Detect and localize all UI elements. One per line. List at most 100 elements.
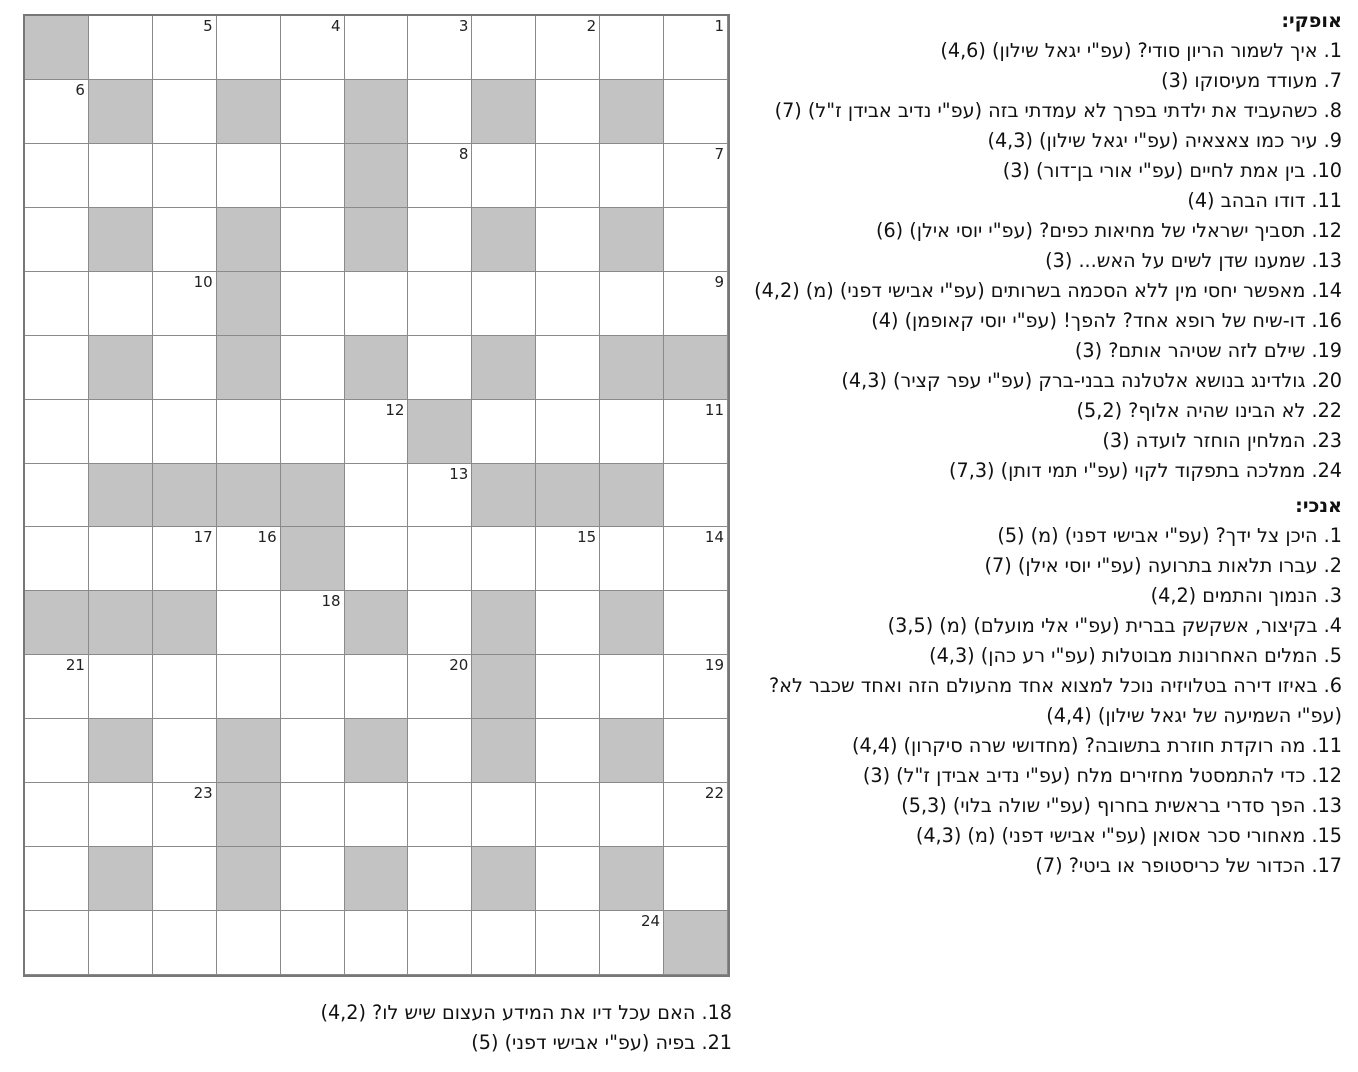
grid-cell[interactable] [25,847,89,912]
grid-cell[interactable] [25,399,89,464]
grid-cell[interactable] [600,271,665,336]
grid-cell[interactable] [408,335,473,400]
grid-cell[interactable] [536,847,601,912]
grid-cell[interactable]: 2 [536,16,601,80]
grid-cell[interactable] [600,16,665,80]
grid-cell[interactable] [536,79,601,144]
grid-cell[interactable]: 13 [408,463,473,528]
grid-cell[interactable] [25,783,89,848]
grid-cell[interactable]: 21 [25,655,89,720]
grid-cell[interactable] [152,207,217,272]
grid-cell[interactable] [25,143,89,208]
grid-cell[interactable] [408,847,473,912]
grid-cell[interactable] [408,527,473,592]
grid-cell[interactable] [280,271,345,336]
grid-cell[interactable]: 23 [152,783,217,848]
grid-cell[interactable]: 24 [600,911,665,975]
grid-cell[interactable] [88,271,153,336]
grid-cell[interactable] [536,719,601,784]
grid-cell[interactable] [472,16,537,80]
grid-cell[interactable] [664,847,728,912]
grid-cell[interactable] [600,399,665,464]
grid-cell[interactable] [408,783,473,848]
grid-cell[interactable] [152,79,217,144]
grid-cell[interactable] [280,911,345,975]
grid-cell[interactable] [280,719,345,784]
grid-cell[interactable] [152,335,217,400]
grid-cell[interactable] [536,335,601,400]
grid-cell[interactable]: 11 [664,399,728,464]
grid-cell[interactable] [472,399,537,464]
grid-cell[interactable] [88,655,153,720]
grid-cell[interactable]: 12 [344,399,409,464]
grid-cell[interactable] [536,783,601,848]
grid-cell[interactable] [664,719,728,784]
grid-cell[interactable] [600,527,665,592]
grid-cell[interactable] [408,79,473,144]
grid-cell[interactable] [344,783,409,848]
grid-cell[interactable] [600,143,665,208]
grid-cell[interactable]: 4 [280,16,345,80]
grid-cell[interactable]: 16 [216,527,281,592]
grid-cell[interactable]: 9 [664,271,728,336]
grid-cell[interactable] [472,527,537,592]
grid-cell[interactable] [152,399,217,464]
grid-cell[interactable] [216,143,281,208]
grid-cell[interactable] [88,16,153,80]
grid-cell[interactable] [25,911,89,975]
grid-cell[interactable] [536,143,601,208]
grid-cell[interactable] [25,719,89,784]
grid-cell[interactable] [25,207,89,272]
grid-cell[interactable] [216,655,281,720]
grid-cell[interactable] [152,847,217,912]
grid-cell[interactable] [280,655,345,720]
grid-cell[interactable] [664,591,728,656]
grid-cell[interactable] [152,143,217,208]
grid-cell[interactable]: 20 [408,655,473,720]
grid-cell[interactable] [408,911,473,975]
grid-cell[interactable]: 1 [664,16,728,80]
grid-cell[interactable] [25,271,89,336]
grid-cell[interactable] [88,783,153,848]
grid-cell[interactable]: 5 [152,16,217,80]
grid-cell[interactable] [600,783,665,848]
grid-cell[interactable] [472,911,537,975]
grid-cell[interactable] [280,399,345,464]
grid-cell[interactable] [344,463,409,528]
grid-cell[interactable] [216,16,281,80]
grid-cell[interactable] [344,271,409,336]
grid-cell[interactable] [536,399,601,464]
grid-cell[interactable]: 22 [664,783,728,848]
grid-cell[interactable] [88,143,153,208]
grid-cell[interactable] [536,207,601,272]
grid-cell[interactable] [344,527,409,592]
grid-cell[interactable] [344,655,409,720]
grid-cell[interactable] [344,16,409,80]
grid-cell[interactable] [408,271,473,336]
grid-cell[interactable] [152,719,217,784]
grid-cell[interactable]: 17 [152,527,217,592]
grid-cell[interactable] [280,79,345,144]
grid-cell[interactable]: 14 [664,527,728,592]
grid-cell[interactable] [344,911,409,975]
grid-cell[interactable] [216,399,281,464]
grid-cell[interactable] [664,79,728,144]
grid-cell[interactable] [664,463,728,528]
grid-cell[interactable] [25,527,89,592]
grid-cell[interactable]: 18 [280,591,345,656]
grid-cell[interactable]: 19 [664,655,728,720]
grid-cell[interactable] [25,463,89,528]
grid-cell[interactable]: 10 [152,271,217,336]
grid-cell[interactable] [216,911,281,975]
grid-cell[interactable]: 7 [664,143,728,208]
grid-cell[interactable] [280,335,345,400]
grid-cell[interactable] [536,591,601,656]
grid-cell[interactable] [600,655,665,720]
grid-cell[interactable] [88,399,153,464]
grid-cell[interactable] [664,207,728,272]
grid-cell[interactable]: 6 [25,79,89,144]
grid-cell[interactable] [280,847,345,912]
grid-cell[interactable] [152,655,217,720]
grid-cell[interactable] [152,911,217,975]
grid-cell[interactable] [472,271,537,336]
